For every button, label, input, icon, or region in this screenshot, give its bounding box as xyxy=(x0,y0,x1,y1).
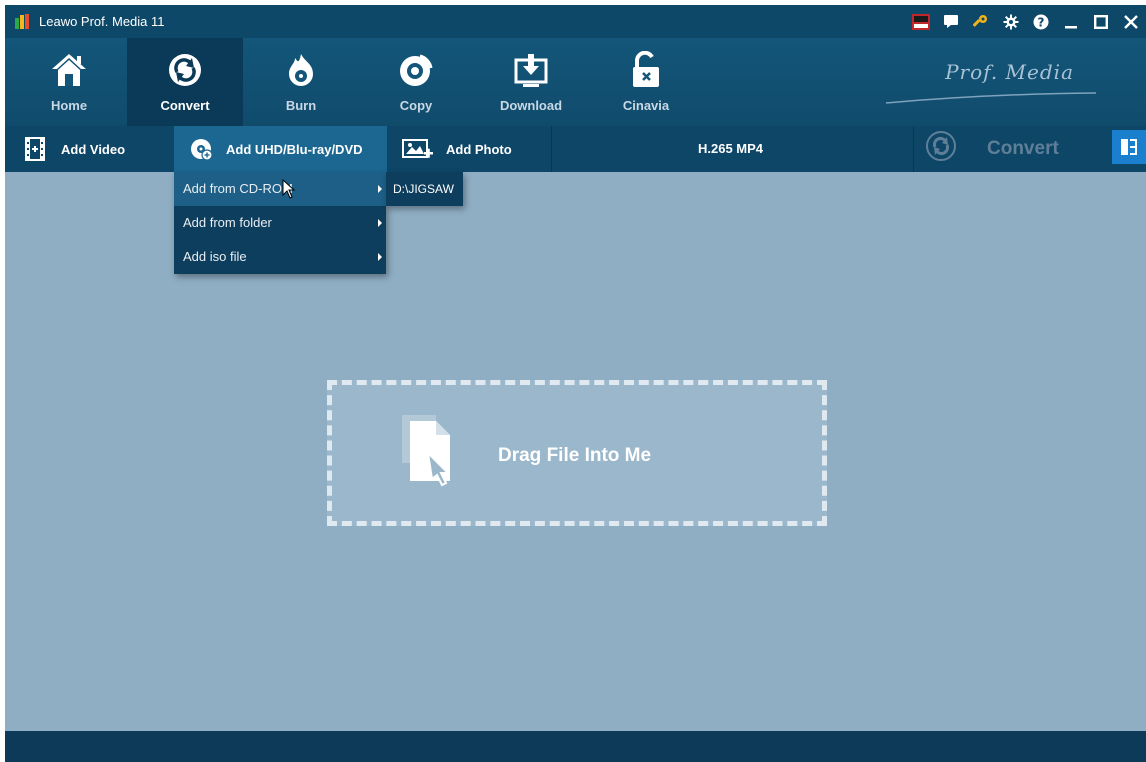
amd-badge-icon[interactable] xyxy=(906,5,936,38)
menu-item-add-iso-file[interactable]: Add iso file xyxy=(174,240,386,274)
file-drag-icon xyxy=(402,415,451,487)
drop-zone[interactable]: Drag File Into Me xyxy=(327,380,827,526)
feedback-icon[interactable] xyxy=(936,5,966,38)
nav-home[interactable]: Home xyxy=(11,38,127,126)
brand-logo-text: Prof. Media xyxy=(945,60,1074,84)
nav-label: Copy xyxy=(399,98,433,113)
toolbar-divider xyxy=(913,126,914,172)
burn-icon xyxy=(281,50,321,90)
cinavia-unlock-icon xyxy=(626,50,666,90)
home-icon xyxy=(49,50,89,90)
submenu-arrow-icon xyxy=(378,253,382,261)
settings-gear-icon[interactable] xyxy=(996,5,1026,38)
app-window: Leawo Prof. Media 11 ? Home Convert Burn… xyxy=(5,5,1146,762)
title-bar-controls: ? xyxy=(906,5,1146,38)
output-format-selector[interactable]: H.265 MP4 xyxy=(698,126,763,172)
add-photo-label: Add Photo xyxy=(446,141,512,157)
nav-label: Burn xyxy=(285,98,317,113)
panel-toggle-button[interactable] xyxy=(1112,130,1146,164)
window-title: Leawo Prof. Media 11 xyxy=(39,14,165,29)
register-key-icon[interactable] xyxy=(966,5,996,38)
toolbar-divider xyxy=(551,126,552,172)
disc-add-icon xyxy=(188,136,214,162)
sidebar-toggle-icon xyxy=(1121,139,1137,155)
nav-label: Cinavia xyxy=(622,98,670,113)
menu-item-label: Add from folder xyxy=(183,215,272,230)
title-bar: Leawo Prof. Media 11 ? xyxy=(5,5,1146,38)
submenu-arrow-icon xyxy=(378,185,382,193)
nav-download[interactable]: Download xyxy=(473,38,589,126)
help-icon[interactable]: ? xyxy=(1026,5,1056,38)
convert-icon xyxy=(165,50,205,90)
menu-item-add-from-folder[interactable]: Add from folder xyxy=(174,206,386,240)
add-disc-label: Add UHD/Blu-ray/DVD xyxy=(226,141,363,157)
menu-item-add-from-cdrom[interactable]: Add from CD-ROM xyxy=(174,172,386,206)
drop-zone-text: Drag File Into Me xyxy=(498,445,652,466)
nav-label: Convert xyxy=(160,98,210,113)
photo-add-icon xyxy=(402,136,434,162)
close-icon[interactable] xyxy=(1116,5,1146,38)
nav-copy[interactable]: Copy xyxy=(358,38,474,126)
toolbar: Add Video Add UHD/Blu-ray/DVD Add Photo … xyxy=(5,126,1146,172)
copy-icon xyxy=(396,50,436,90)
download-icon xyxy=(511,50,551,90)
brand-swoosh xyxy=(886,92,1096,104)
nav-burn[interactable]: Burn xyxy=(243,38,359,126)
add-disc-menu: Add from CD-ROM Add from folder Add iso … xyxy=(174,172,386,274)
add-video-button[interactable]: Add Video xyxy=(23,126,125,172)
add-video-label: Add Video xyxy=(61,141,126,157)
add-photo-button[interactable]: Add Photo xyxy=(402,126,512,172)
submenu-drive-jigsaw[interactable]: D:\JIGSAW xyxy=(386,172,463,206)
convert-button[interactable]: Convert xyxy=(925,126,1059,172)
main-nav: Home Convert Burn Copy Download Cinavia … xyxy=(5,38,1146,126)
minimize-icon[interactable] xyxy=(1056,5,1086,38)
submenu-arrow-icon xyxy=(378,219,382,227)
nav-convert[interactable]: Convert xyxy=(127,38,243,126)
svg-text:?: ? xyxy=(1038,15,1045,29)
nav-cinavia[interactable]: Cinavia xyxy=(588,38,704,126)
menu-item-label: Add iso file xyxy=(183,249,247,264)
app-logo-icon xyxy=(15,14,29,29)
nav-label: Home xyxy=(50,98,88,113)
film-add-icon xyxy=(23,136,49,162)
menu-item-label: Add from CD-ROM xyxy=(183,181,293,196)
maximize-icon[interactable] xyxy=(1086,5,1116,38)
nav-label: Download xyxy=(499,98,563,113)
add-disc-button[interactable]: Add UHD/Blu-ray/DVD xyxy=(174,126,387,172)
mouse-cursor-icon xyxy=(282,179,296,199)
status-bar xyxy=(5,731,1146,762)
convert-refresh-icon xyxy=(925,130,957,168)
convert-label: Convert xyxy=(987,138,1059,159)
